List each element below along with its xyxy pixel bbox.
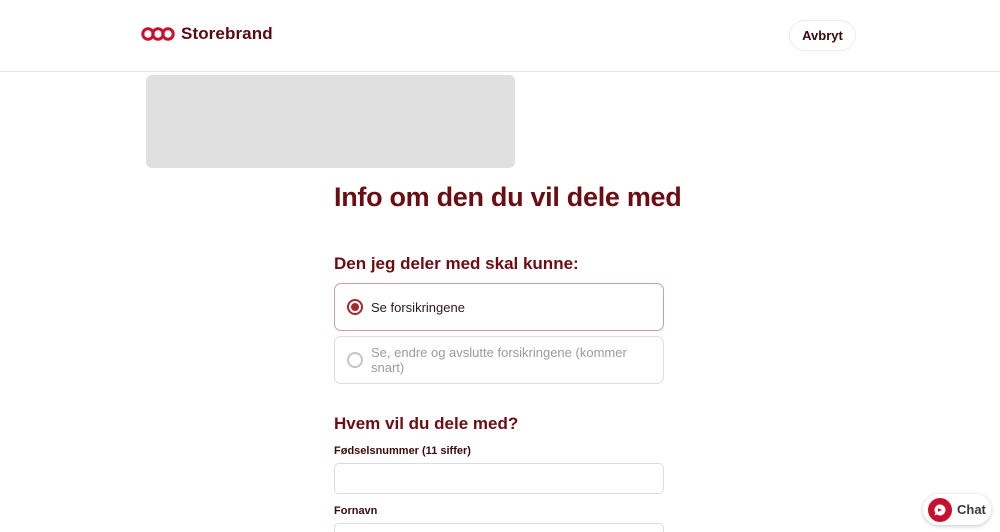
ssn-input[interactable] — [334, 463, 664, 494]
radio-option-label: Se forsikringene — [371, 299, 465, 315]
storebrand-logo-icon — [141, 27, 175, 41]
cancel-button[interactable]: Avbryt — [789, 20, 856, 51]
brand-name: Storebrand — [181, 24, 273, 43]
image-placeholder — [146, 75, 515, 168]
page-title: Info om den du vil dele med — [334, 182, 682, 212]
recipient-heading: Hvem vil du dele med? — [334, 414, 519, 433]
radio-option-label: Se, endre og avslutte forsikringene (kom… — [371, 345, 627, 375]
radio-option-view[interactable]: Se forsikringene — [334, 283, 664, 331]
ssn-label: Fødselsnummer (11 siffer) — [334, 445, 471, 457]
radio-selected-icon — [347, 299, 363, 315]
page-header: Storebrand Avbryt — [0, 0, 1000, 72]
chat-button[interactable]: Chat — [923, 494, 991, 525]
radio-unselected-icon — [347, 352, 363, 368]
chat-label: Chat — [957, 502, 986, 517]
first-name-label: Fornavn — [334, 505, 378, 517]
storebrand-logo[interactable]: Storebrand — [141, 24, 273, 44]
permissions-heading: Den jeg deler med skal kunne: — [334, 254, 579, 273]
radio-option-edit: Se, endre og avslutte forsikringene (kom… — [334, 336, 664, 384]
first-name-input[interactable] — [334, 523, 664, 532]
chat-bubble-icon — [928, 497, 952, 522]
